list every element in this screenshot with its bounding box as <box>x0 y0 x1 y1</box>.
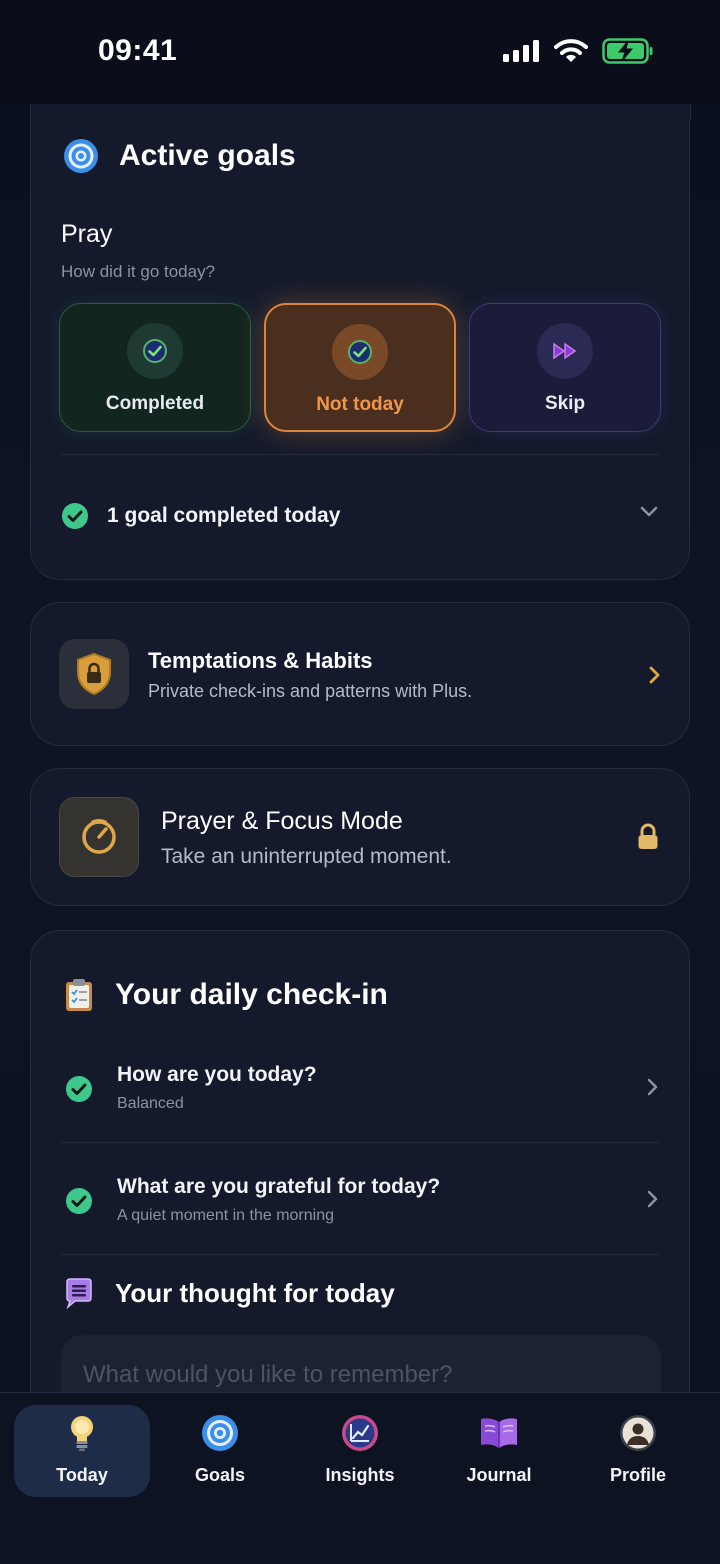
completed-label: Completed <box>105 393 205 414</box>
target-icon <box>201 1413 239 1453</box>
checkin-answer: Balanced <box>117 1095 184 1112</box>
status-icons <box>502 38 654 64</box>
goals-summary-text: 1 goal completed today <box>107 504 341 527</box>
tab-label: Today <box>56 1465 108 1485</box>
tab-label: Journal <box>466 1465 532 1485</box>
checkin-answer: A quiet moment in the morning <box>117 1207 335 1224</box>
daily-checkin-title: Your daily check-in <box>115 978 388 1011</box>
goals-summary-row[interactable]: 1 goal completed today <box>61 498 659 534</box>
fast-forward-icon <box>537 323 593 379</box>
divider <box>61 1142 659 1143</box>
chevron-down-icon <box>640 506 658 517</box>
tab-profile[interactable]: Profile <box>570 1405 706 1497</box>
signal-icon <box>503 40 539 62</box>
not-today-button[interactable]: Not today <box>264 303 456 432</box>
divider <box>61 1254 659 1255</box>
temptations-title: Temptations & Habits <box>148 648 373 673</box>
check-circle-icon <box>66 1076 92 1102</box>
book-icon <box>479 1413 519 1453</box>
chart-icon <box>341 1413 379 1453</box>
goal-question: How did it go today? <box>61 262 216 281</box>
check-badge-icon <box>332 324 388 380</box>
skip-button[interactable]: Skip <box>469 303 661 432</box>
checkin-row-mood[interactable]: How are you today? Balanced <box>61 1059 659 1119</box>
chevron-right-icon <box>649 666 660 684</box>
thought-header: Your thought for today <box>63 1277 395 1309</box>
prayer-focus-subtitle: Take an uninterrupted moment. <box>161 845 452 868</box>
prayer-focus-card[interactable]: Prayer & Focus Mode Take an uninterrupte… <box>30 768 690 906</box>
tab-journal[interactable]: Journal <box>431 1405 567 1497</box>
speech-bubble-icon <box>66 1278 92 1309</box>
timer-icon <box>59 797 139 877</box>
active-goals-card: Active goals Pray How did it go today? C… <box>29 40 691 580</box>
check-circle-icon <box>62 503 88 529</box>
lock-icon <box>638 823 658 849</box>
active-goals-title: Active goals <box>119 139 296 172</box>
target-icon <box>64 139 98 173</box>
daily-checkin-header: Your daily check-in <box>63 977 388 1013</box>
checkin-row-grateful[interactable]: What are you grateful for today? A quiet… <box>61 1171 659 1231</box>
tab-insights[interactable]: Insights <box>292 1405 428 1497</box>
check-badge-icon <box>127 323 183 379</box>
goal-name: Pray <box>61 220 113 248</box>
wifi-icon <box>554 39 588 62</box>
skip-label: Skip <box>544 393 586 414</box>
check-circle-icon <box>66 1188 92 1214</box>
checkin-question: What are you grateful for today? <box>117 1175 441 1198</box>
tab-today[interactable]: Today <box>14 1405 150 1497</box>
profile-icon <box>619 1413 657 1453</box>
tab-label: Goals <box>194 1465 246 1485</box>
temptations-subtitle: Private check-ins and patterns with Plus… <box>148 681 473 701</box>
tab-label: Profile <box>609 1465 666 1485</box>
active-goals-header: Active goals <box>63 138 296 174</box>
tab-bar: Today Goals Insights Journal Profile <box>0 1392 720 1564</box>
chevron-right-icon <box>647 1078 658 1096</box>
tab-label: Insights <box>325 1465 395 1485</box>
shield-lock-icon <box>59 639 129 709</box>
divider <box>61 454 659 455</box>
chevron-right-icon <box>647 1190 658 1208</box>
checkin-question: How are you today? <box>117 1063 317 1086</box>
prayer-focus-title: Prayer & Focus Mode <box>161 807 403 835</box>
battery-charging-icon <box>602 38 653 64</box>
clipboard-icon <box>66 979 92 1011</box>
status-time: 09:41 <box>98 34 178 67</box>
temptations-card[interactable]: Temptations & Habits Private check-ins a… <box>30 602 690 746</box>
today-screen: 09:41 Active goals Pray How did it go to… <box>0 0 720 1564</box>
tab-goals[interactable]: Goals <box>152 1405 288 1497</box>
status-bar: 09:41 <box>0 0 720 104</box>
not-today-label: Not today <box>316 394 404 415</box>
thought-title: Your thought for today <box>115 1277 395 1308</box>
completed-button[interactable]: Completed <box>59 303 251 432</box>
lightbulb-icon <box>68 1413 96 1453</box>
